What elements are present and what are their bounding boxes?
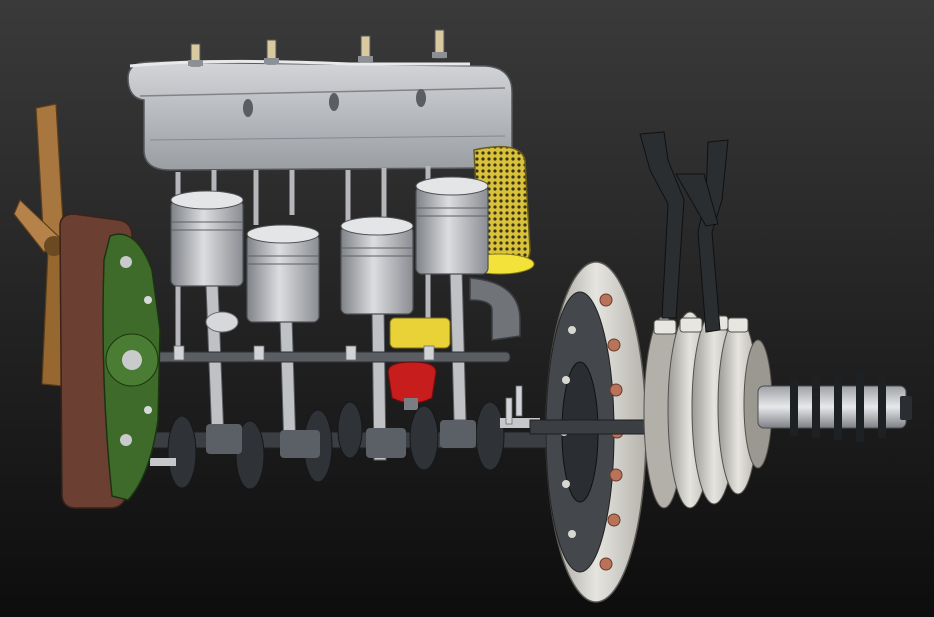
valve-cover[interactable] xyxy=(127,59,513,171)
piston-3 xyxy=(340,216,414,315)
engine-model xyxy=(0,0,934,617)
cad-viewport[interactable] xyxy=(0,0,934,617)
oil-cap xyxy=(205,311,239,333)
piston-1 xyxy=(170,190,244,287)
piston-4 xyxy=(415,176,489,275)
input-shaft xyxy=(529,419,651,435)
piston-2 xyxy=(246,224,320,323)
camshaft xyxy=(149,351,511,363)
